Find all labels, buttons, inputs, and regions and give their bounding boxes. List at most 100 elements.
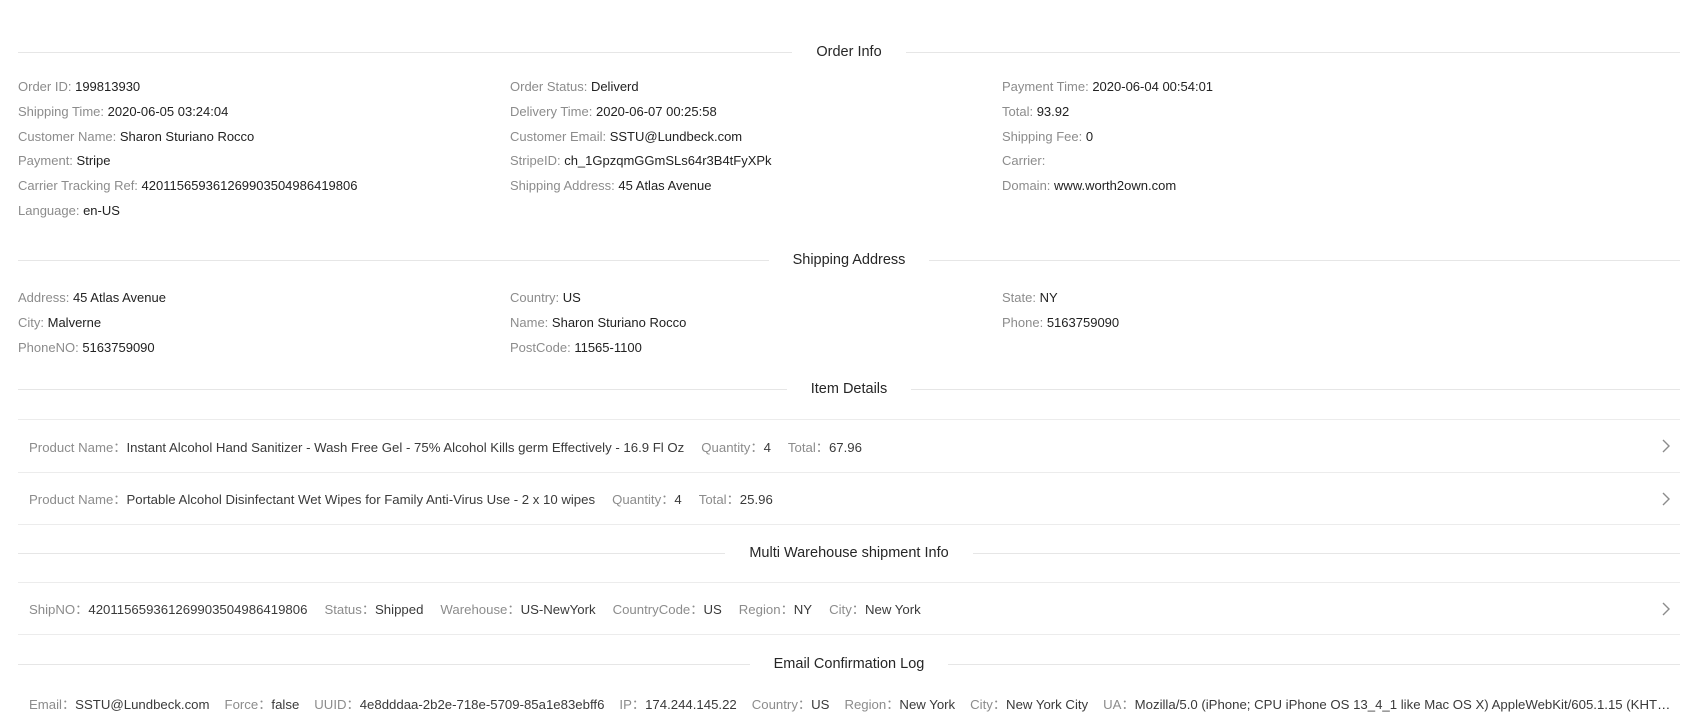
section-title-item-details: Item Details (810, 381, 888, 397)
field-label: Force： (224, 696, 272, 712)
section-title-order-info: Order Info (816, 44, 882, 60)
field-value: 4201156593612699035049864198​06 (141, 178, 358, 194)
field-value: 174.244.145.22 (645, 696, 737, 712)
info-field: Language: en-US (18, 203, 510, 218)
row-field: Email：SSTU@Lundbeck.com (29, 697, 210, 712)
info-field: Address: 45 Atlas Avenue (18, 290, 510, 305)
field-value: 199813930 (75, 79, 141, 95)
info-row: PhoneNO: 5163759090 PostCode: 11565-1100 (18, 335, 1680, 360)
field-label: IP： (619, 696, 646, 712)
field-value: Mozilla/5.0 (iPhone; CPU iPhone OS 13_4_… (1134, 696, 1680, 712)
row-field: City：New York (829, 602, 921, 617)
field-label: Shipping Fee: (1002, 128, 1083, 144)
field-label: Quantity： (612, 492, 675, 507)
field-label: City： (970, 696, 1007, 712)
field-label: Product Name： (29, 439, 127, 455)
field-value: Instant Alcohol Hand Sanitizer - Wash Fr… (126, 439, 685, 455)
shipment-row[interactable]: ShipNO：420115659361269903504986419806 Sta… (18, 582, 1680, 635)
field-label: Country： (751, 696, 812, 712)
row-field: Warehouse：US-NewYork (440, 602, 595, 617)
info-field: PhoneNO: 5163759090 (18, 340, 510, 355)
field-label: Payment Time: (1002, 79, 1089, 95)
field-label: Total： (698, 492, 740, 507)
row-field: City：New York City (970, 697, 1088, 712)
field-label: UA： (1103, 696, 1135, 712)
field-value: US (811, 696, 830, 712)
field-value: 67.96 (828, 439, 862, 455)
info-field: Carrier: (1002, 153, 1494, 168)
row-field: Quantity：4 (612, 492, 682, 507)
field-value: ch_1GpzqmGGmSLs64r3B4tFyXPk (564, 153, 772, 169)
item-row[interactable]: Product Name：Instant Alcohol Hand Saniti… (18, 419, 1680, 472)
info-row: Address: 45 Atlas Avenue Country: US State… (18, 286, 1680, 311)
field-label: Carrier: (1002, 153, 1046, 169)
field-label: Carrier Tracking Ref: (18, 178, 138, 194)
item-row-content: Product Name：Portable Alcohol Disinfecta… (18, 489, 1652, 508)
field-label: PostCode: (510, 339, 571, 355)
field-label: Region： (844, 696, 900, 712)
info-field: State: NY (1002, 290, 1494, 305)
field-value: Shipped (375, 602, 424, 617)
info-field: PostCode: 11565-1100 (510, 340, 1002, 355)
field-label: Email： (29, 696, 76, 712)
field-value: en-US (83, 202, 120, 218)
field-value: false (271, 696, 300, 712)
field-label: Domain: (1002, 178, 1051, 194)
field-value: New York (899, 696, 956, 712)
info-field: Name: Sharon Sturiano Rocco (510, 315, 1002, 330)
field-label: Product Name： (29, 492, 127, 507)
info-row: City: Malverne Name: Sharon Sturiano Rocc… (18, 310, 1680, 335)
item-row[interactable]: Product Name：Portable Alcohol Disinfecta… (18, 472, 1680, 525)
row-field: Product Name：Portable Alcohol Disinfecta… (29, 492, 595, 507)
row-field: ShipNO：420115659361269903504986419806 (29, 602, 307, 617)
field-value: US (562, 290, 581, 306)
field-value: 45 Atlas Avenue (72, 290, 166, 306)
field-value: NY (1039, 290, 1058, 306)
field-value: Portable Alcohol Disinfectant Wet Wipes … (126, 492, 596, 507)
chevron-right-icon[interactable] (1652, 432, 1680, 460)
section-title-shipping-address: Shipping Address (792, 252, 906, 268)
field-label: City： (829, 602, 865, 617)
field-value: US-NewYork (520, 602, 596, 617)
info-field: Domain: www.worth2own.com (1002, 178, 1494, 193)
field-label: Total: (1002, 104, 1034, 120)
field-label: CountryCode： (612, 602, 704, 617)
info-field: Order Status: Deliverd (510, 79, 1002, 94)
info-row: Customer Name: Sharon Sturiano Rocco Cust… (18, 124, 1680, 149)
item-row-content: Product Name：Instant Alcohol Hand Saniti… (18, 437, 1652, 456)
info-field: Carrier Tracking Ref: 420115659361269903… (18, 178, 510, 193)
row-field: CountryCode：US (613, 602, 722, 617)
field-value: 4 (763, 439, 771, 455)
chevron-right-icon[interactable] (1652, 485, 1680, 513)
field-label: Country: (510, 290, 560, 306)
field-label: Shipping Time: (18, 104, 104, 120)
section-title-multi-warehouse: Multi Warehouse shipment Info (749, 545, 949, 561)
row-field: Force：false (225, 697, 300, 712)
field-label: StripeID: (510, 153, 561, 169)
field-value: 2020-06-04 00:54:01 (1092, 79, 1214, 95)
info-field: City: Malverne (18, 315, 510, 330)
field-value: NY (793, 602, 813, 617)
field-label: Customer Email: (510, 128, 607, 144)
field-label: Name: (510, 315, 549, 331)
field-label: Shipping Address: (510, 178, 615, 194)
chevron-right-icon[interactable] (1652, 595, 1680, 623)
field-label: Region： (738, 602, 794, 617)
section-divider-order-info: Order Info (18, 42, 1680, 62)
field-label: State: (1002, 290, 1036, 306)
field-label: Status： (324, 602, 376, 617)
row-field: Total：67.96 (788, 440, 862, 455)
field-value: 420115659361269903504986419806 (88, 602, 308, 617)
section-divider-multi-warehouse: Multi Warehouse shipment Info (18, 543, 1680, 563)
field-value: New York (865, 602, 921, 617)
field-label: Address: (18, 290, 70, 306)
field-label: UUID： (314, 696, 360, 712)
row-field: Status：Shipped (324, 602, 423, 617)
info-row: Order ID: 199813930 Order Status: Deliver… (18, 75, 1680, 100)
row-field: Quantity：4 (701, 440, 771, 455)
field-value: 5163759090 (1046, 315, 1120, 331)
row-field: Total：25.96 (699, 492, 773, 507)
info-field: Country: US (510, 290, 1002, 305)
info-field: Shipping Fee: 0 (1002, 129, 1494, 144)
field-value: Stripe (76, 153, 111, 169)
